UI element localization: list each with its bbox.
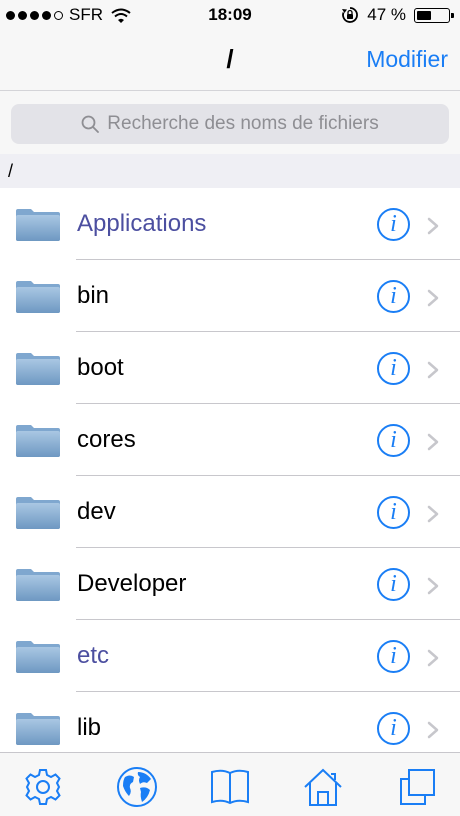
file-name: etc: [77, 642, 110, 669]
search-field[interactable]: Recherche des noms de fichiers: [11, 104, 449, 144]
battery-icon: [414, 7, 454, 23]
file-name: bin: [77, 282, 110, 309]
file-name: dev: [77, 498, 116, 525]
chevron-right-icon: [427, 217, 439, 235]
file-row[interactable]: dev i: [0, 476, 460, 548]
file-row[interactable]: boot i: [0, 332, 460, 404]
info-icon[interactable]: i: [377, 640, 410, 673]
info-icon[interactable]: i: [377, 568, 410, 601]
info-icon[interactable]: i: [377, 496, 410, 529]
copy-icon: [400, 769, 435, 805]
settings-icon: [25, 769, 61, 805]
status-bar: SFR 18:09 47 %: [0, 0, 460, 30]
status-right: 47 %: [341, 5, 454, 25]
file-row[interactable]: Developer i: [0, 548, 460, 620]
battery-level: [417, 10, 432, 20]
tab-settings[interactable]: [21, 765, 65, 809]
folder-icon: [15, 352, 61, 386]
folder-icon: [15, 712, 61, 746]
file-name: Applications: [77, 210, 207, 237]
file-row[interactable]: bin i: [0, 260, 460, 332]
chevron-right-icon: [427, 721, 439, 739]
file-name: lib: [77, 714, 102, 741]
chevron-right-icon: [427, 289, 439, 307]
file-row[interactable]: lib i: [0, 692, 460, 752]
book-icon: [211, 769, 249, 805]
file-row[interactable]: etc i: [0, 620, 460, 692]
folder-icon: [15, 208, 61, 242]
search-icon: [81, 115, 100, 133]
globe-icon: [117, 767, 157, 807]
search-area: Recherche des noms de fichiers: [0, 90, 460, 154]
chevron-right-icon: [427, 433, 439, 451]
file-row[interactable]: Applications i: [0, 188, 460, 260]
file-row[interactable]: cores i: [0, 404, 460, 476]
chevron-right-icon: [427, 649, 439, 667]
chevron-right-icon: [427, 505, 439, 523]
tab-bookmarks[interactable]: [208, 765, 252, 809]
edit-button[interactable]: Modifier: [366, 46, 448, 73]
search-placeholder: Recherche des noms de fichiers: [107, 113, 379, 134]
tab-windows[interactable]: [395, 765, 439, 809]
battery-percent: 47 %: [367, 5, 406, 24]
folder-icon: [15, 496, 61, 530]
chevron-right-icon: [427, 361, 439, 379]
path-header: /: [0, 154, 460, 188]
info-icon[interactable]: i: [377, 208, 410, 241]
folder-icon: [15, 280, 61, 314]
info-icon[interactable]: i: [377, 424, 410, 457]
folder-icon: [15, 424, 61, 458]
rotation-lock-icon: [342, 7, 359, 23]
info-icon[interactable]: i: [377, 280, 410, 313]
folder-icon: [15, 568, 61, 602]
home-icon: [304, 768, 342, 806]
tab-home[interactable]: [301, 765, 345, 809]
info-icon[interactable]: i: [377, 352, 410, 385]
info-icon[interactable]: i: [377, 712, 410, 745]
tab-bar: [0, 752, 460, 816]
file-name: Developer: [77, 570, 187, 597]
folder-icon: [15, 640, 61, 674]
chevron-right-icon: [427, 577, 439, 595]
navigation-bar: / Modifier: [0, 30, 460, 90]
tab-network[interactable]: [115, 765, 159, 809]
file-list[interactable]: Applications i bin i boot i cores i dev …: [0, 188, 460, 752]
file-name: cores: [77, 426, 136, 453]
file-name: boot: [77, 354, 124, 381]
